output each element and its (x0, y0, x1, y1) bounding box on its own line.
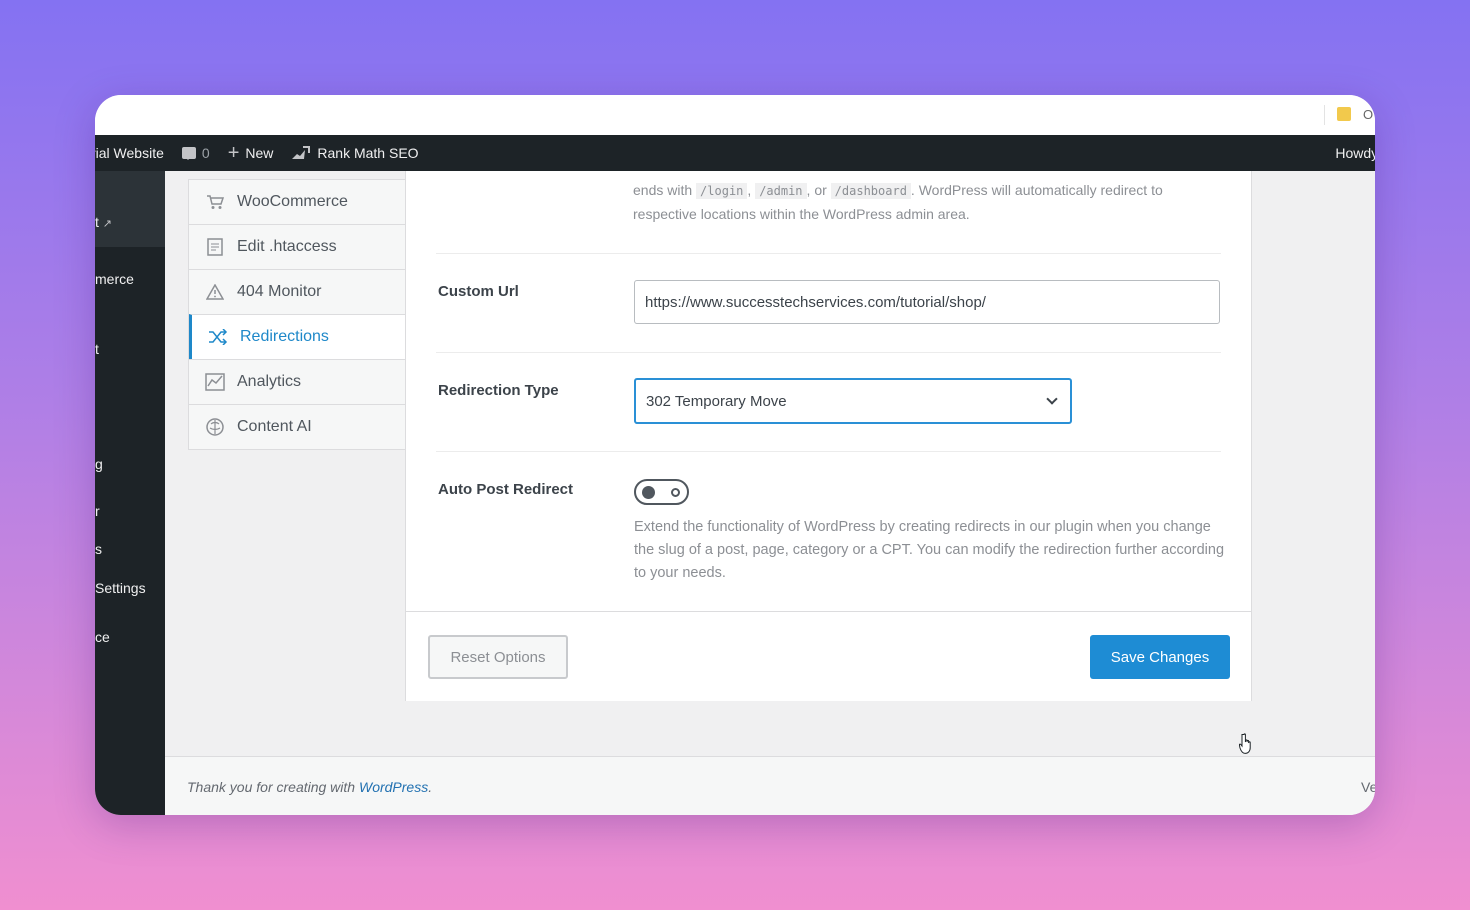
redirection-type-select[interactable]: 302 Temporary Move (634, 378, 1072, 424)
sidebar-item-3[interactable]: t (95, 341, 165, 357)
settings-tabs: WooCommerce Edit .htaccess 404 Monitor R… (188, 179, 406, 450)
cart-icon (205, 192, 225, 212)
sidebar-item-6[interactable]: s (95, 541, 165, 557)
tab-label: Analytics (237, 373, 302, 390)
wordpress-link[interactable]: WordPress (359, 779, 428, 795)
tab-content-ai[interactable]: Content AI (189, 404, 405, 449)
auto-post-redirect-label: Auto Post Redirect (438, 481, 574, 498)
toolbar-separator (1324, 105, 1325, 125)
external-link-icon: ↗ (102, 218, 112, 230)
redirection-type-label: Redirection Type (438, 382, 559, 399)
browser-toolbar: O (95, 95, 1375, 135)
rank-math-icon (292, 146, 311, 159)
custom-url-input[interactable]: https://www.successtechservices.com/tuto… (634, 280, 1220, 324)
custom-url-label: Custom Url (438, 283, 519, 300)
tab-label: Content AI (237, 418, 312, 435)
comments-count: 0 (201, 145, 210, 161)
rank-math-link[interactable]: Rank Math SEO (291, 145, 419, 161)
comment-icon (181, 147, 196, 160)
site-name-link[interactable]: rial Website (95, 145, 164, 161)
version-text: Ve (1361, 779, 1375, 795)
divider (436, 253, 1221, 254)
folder-icon[interactable] (1337, 107, 1351, 121)
admin-redirect-description: ends with /login, /admin, or /dashboard.… (633, 182, 1163, 222)
tab-404-monitor[interactable]: 404 Monitor (189, 269, 405, 314)
tab-edit-htaccess[interactable]: Edit .htaccess (189, 224, 405, 269)
chart-icon (205, 372, 225, 392)
new-label: New (245, 145, 274, 161)
settings-actions-bar: Reset Options Save Changes (406, 611, 1251, 701)
toggle-off-indicator (671, 488, 680, 497)
tab-woocommerce[interactable]: WooCommerce (189, 179, 405, 224)
tab-label: WooCommerce (237, 193, 348, 210)
tab-label: Edit .htaccess (237, 238, 337, 255)
redirection-type-value: 302 Temporary Move (646, 392, 787, 410)
comments-link[interactable]: 0 (181, 145, 210, 161)
chevron-down-icon (1046, 393, 1058, 405)
tab-analytics[interactable]: Analytics (189, 359, 405, 404)
file-icon (205, 237, 225, 257)
new-content-link[interactable]: + New (228, 143, 274, 163)
plus-icon: + (227, 142, 240, 164)
wp-admin-bar: rial Website 0 + New Rank Math SEO Howdy… (95, 135, 1375, 171)
tab-label: 404 Monitor (237, 283, 322, 300)
redirections-settings-panel: ends with /login, /admin, or /dashboard.… (405, 171, 1252, 701)
admin-sidebar: t ↗ merce t g r s Settings ce (95, 171, 165, 815)
bookmark-fragment[interactable]: O (1363, 107, 1375, 122)
footer-thanks: Thank you for creating with WordPress. (187, 779, 433, 795)
howdy-account[interactable]: Howdy, (1335, 145, 1375, 161)
brain-icon (205, 417, 225, 437)
auto-post-redirect-description: Extend the functionality of WordPress by… (634, 519, 1225, 581)
toggle-knob (642, 486, 655, 499)
auto-post-redirect-toggle[interactable] (634, 479, 689, 505)
tab-label: Redirections (240, 328, 329, 345)
save-changes-button[interactable]: Save Changes (1090, 635, 1230, 679)
sidebar-item-5[interactable]: r (95, 503, 165, 519)
warning-icon (205, 282, 225, 302)
sidebar-item-settings[interactable]: Settings (95, 580, 165, 596)
shuffle-icon (208, 327, 228, 347)
sidebar-item-1[interactable]: t ↗ (95, 214, 165, 230)
sidebar-item-2[interactable]: merce (95, 271, 165, 287)
rank-math-label: Rank Math SEO (317, 145, 419, 161)
site-name: rial Website (95, 145, 164, 161)
tab-redirections[interactable]: Redirections (189, 314, 406, 359)
hand-cursor-icon (1239, 733, 1251, 754)
admin-footer: Thank you for creating with WordPress. V… (165, 756, 1375, 815)
main-content: WooCommerce Edit .htaccess 404 Monitor R… (165, 171, 1375, 815)
sidebar-item-7[interactable]: ce (95, 629, 165, 645)
sidebar-item-4[interactable]: g (95, 456, 165, 472)
reset-options-button[interactable]: Reset Options (428, 635, 568, 679)
divider (436, 451, 1221, 452)
browser-window: O rial Website 0 + New Rank Math SEO How… (95, 95, 1375, 815)
divider (436, 352, 1221, 353)
sidebar-active-item[interactable] (95, 171, 165, 247)
